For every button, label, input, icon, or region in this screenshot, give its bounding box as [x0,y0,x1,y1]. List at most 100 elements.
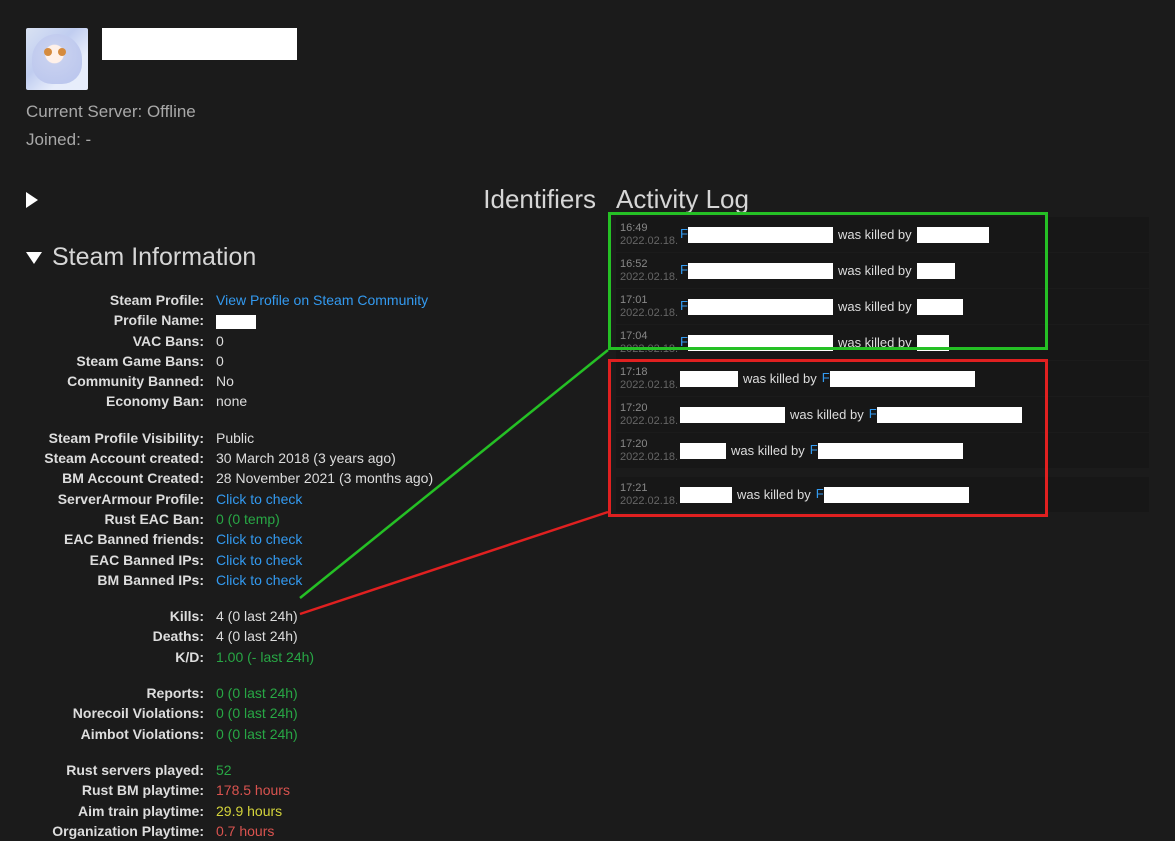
info-label: EAC Banned friends: [26,529,216,549]
info-row: Steam Game Bans:0 [26,351,596,371]
info-value[interactable]: Click to check [216,570,596,590]
info-label: Aim train playtime: [26,801,216,821]
info-row: ServerArmour Profile:Click to check [26,489,596,509]
info-label: BM Banned IPs: [26,570,216,590]
avatar[interactable] [26,28,88,90]
log-action-text: was killed by [838,227,912,242]
info-value: 0 (0 last 24h) [216,703,596,723]
log-entry[interactable]: 16:492022.02.18.F was killed by [616,217,1149,252]
player-link-letter[interactable]: F [680,298,688,313]
info-label: Rust BM playtime: [26,780,216,800]
log-entry[interactable]: 17:202022.02.18. was killed by F [616,433,1149,468]
info-label: Profile Name: [26,310,216,330]
player-link-letter[interactable]: F [810,442,818,457]
info-value: none [216,391,596,411]
log-action-text: was killed by [790,407,864,422]
info-row: EAC Banned IPs:Click to check [26,550,596,570]
player-link-letter[interactable]: F [816,486,824,501]
log-body: was killed by F [680,442,1149,459]
info-label: Aimbot Violations: [26,724,216,744]
info-label: BM Account Created: [26,468,216,488]
steam-info-header[interactable]: Steam Information [26,243,596,272]
player-link-letter[interactable]: F [822,370,830,385]
player-link-letter[interactable]: F [680,334,688,349]
log-timestamp: 16:492022.02.18. [616,222,680,247]
log-entry[interactable]: 16:522022.02.18.F was killed by [616,253,1149,288]
info-value: 178.5 hours [216,780,596,800]
log-entry[interactable]: 17:042022.02.18.F was killed by [616,325,1149,360]
player-name-redacted[interactable] [680,487,732,503]
info-row: Steam Profile:View Profile on Steam Comm… [26,290,596,310]
log-action-text: was killed by [743,371,817,386]
log-timestamp: 17:202022.02.18. [616,438,680,463]
player-name-redacted[interactable] [917,299,963,315]
player-name-redacted[interactable] [680,407,785,423]
identifiers-header[interactable]: Identifiers [26,184,596,215]
current-server-value: Offline [147,102,196,121]
player-name-redacted[interactable] [830,371,975,387]
info-row: Deaths:4 (0 last 24h) [26,626,596,646]
player-name-redacted[interactable] [818,443,963,459]
player-name-redacted[interactable] [824,487,969,503]
log-action-text: was killed by [731,443,805,458]
info-value[interactable]: Click to check [216,529,596,549]
player-name-redacted[interactable] [688,227,833,243]
log-entry[interactable]: 17:182022.02.18. was killed by F [616,361,1149,396]
identifiers-title: Identifiers [483,184,596,215]
player-name-redacted[interactable] [917,227,989,243]
player-name-redacted[interactable] [688,263,833,279]
info-label: K/D: [26,647,216,667]
info-label: EAC Banned IPs: [26,550,216,570]
info-row: Community Banned:No [26,371,596,391]
info-label: Organization Playtime: [26,821,216,841]
log-entry[interactable]: 17:012022.02.18.F was killed by [616,289,1149,324]
log-entry[interactable]: 17:202022.02.18. was killed by F [616,397,1149,432]
info-label: Steam Account created: [26,448,216,468]
info-value: 29.9 hours [216,801,596,821]
info-label: Rust servers played: [26,760,216,780]
info-label: Norecoil Violations: [26,703,216,723]
log-action-text: was killed by [737,487,811,502]
log-body: was killed by F [680,406,1149,423]
player-name-redacted[interactable] [917,335,949,351]
player-link-letter[interactable]: F [869,406,877,421]
log-body: F was killed by [680,334,1149,351]
current-server: Current Server: Offline [26,102,1149,122]
player-link-letter[interactable]: F [680,262,688,277]
info-label: Deaths: [26,626,216,646]
info-label: Reports: [26,683,216,703]
log-timestamp: 17:012022.02.18. [616,294,680,319]
info-label: VAC Bans: [26,331,216,351]
info-value: 4 (0 last 24h) [216,626,596,646]
info-row: Rust EAC Ban:0 (0 temp) [26,509,596,529]
player-name-redacted[interactable] [680,371,738,387]
player-name-redacted [102,28,297,60]
log-timestamp: 17:212022.02.18. [616,482,680,507]
info-value[interactable]: Click to check [216,489,596,509]
info-value: 52 [216,760,596,780]
player-name-redacted[interactable] [688,299,833,315]
info-label: Economy Ban: [26,391,216,411]
info-row: VAC Bans:0 [26,331,596,351]
info-value[interactable]: Click to check [216,550,596,570]
player-name-redacted[interactable] [917,263,955,279]
info-row: Profile Name: [26,310,596,330]
info-row: BM Account Created:28 November 2021 (3 m… [26,468,596,488]
info-value: 0 (0 last 24h) [216,683,596,703]
info-value: Public [216,428,596,448]
player-name-redacted[interactable] [680,443,726,459]
log-action-text: was killed by [838,299,912,314]
player-name-redacted[interactable] [688,335,833,351]
info-label: Kills: [26,606,216,626]
log-timestamp: 16:522022.02.18. [616,258,680,283]
log-body: F was killed by [680,226,1149,243]
info-value: 1.00 (- last 24h) [216,647,596,667]
info-value[interactable]: View Profile on Steam Community [216,290,596,310]
log-body: F was killed by [680,298,1149,315]
log-entry[interactable]: 17:212022.02.18. was killed by F [616,477,1149,512]
info-row: BM Banned IPs:Click to check [26,570,596,590]
log-timestamp: 17:182022.02.18. [616,366,680,391]
player-link-letter[interactable]: F [680,226,688,241]
player-name-redacted[interactable] [877,407,1022,423]
current-server-label: Current Server: [26,102,147,121]
